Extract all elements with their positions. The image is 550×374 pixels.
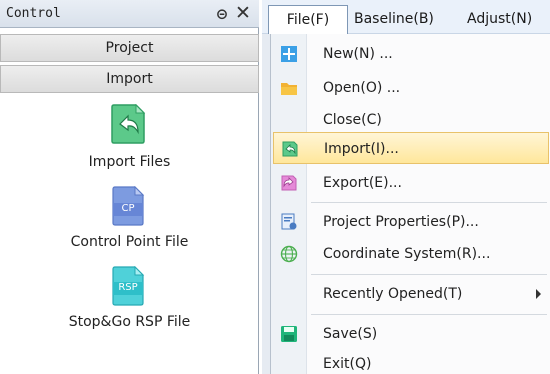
menu-item-coordinate-system[interactable]: Coordinate System(R)... (271, 238, 550, 270)
menu-separator (311, 274, 547, 275)
project-properties-icon (281, 213, 297, 230)
control-panel: Control ⊝ ✕ Project Import Import Files … (0, 0, 259, 374)
pin-icon[interactable]: ⊝ (214, 4, 230, 24)
new-file-icon (281, 46, 297, 62)
background-window-edge (262, 34, 270, 374)
menu-item-new-label: New(N) ... (323, 46, 393, 62)
menu-item-open[interactable]: Open(O) ... (271, 72, 550, 104)
control-panel-title: Control (6, 6, 61, 21)
menu-item-project-properties-label: Project Properties(P)... (323, 214, 479, 230)
rsp-file-icon-text: RSP (118, 282, 138, 293)
menu-item-save-label: Save(S) (323, 326, 378, 342)
menu-item-new[interactable]: New(N) ... (271, 38, 550, 70)
import-icon (282, 141, 298, 157)
menu-file[interactable]: File(F) (268, 5, 348, 35)
section-import[interactable]: Import (0, 65, 259, 93)
menu-item-recently-opened[interactable]: Recently Opened(T) (271, 278, 550, 310)
menu-adjust[interactable]: Adjust(N) (467, 5, 532, 33)
control-point-file-icon-text: CP (121, 203, 135, 214)
menu-item-coordinate-system-label: Coordinate System(R)... (323, 246, 491, 262)
folder-open-icon (281, 83, 297, 95)
section-project[interactable]: Project (0, 34, 259, 62)
close-icon[interactable]: ✕ (233, 3, 253, 23)
save-icon (281, 326, 297, 342)
export-icon (281, 175, 297, 191)
menu-item-exit[interactable]: Exit(Q) (271, 348, 550, 374)
submenu-arrow-icon (536, 289, 541, 299)
menu-item-open-label: Open(O) ... (323, 80, 401, 96)
menu-item-recently-opened-label: Recently Opened(T) (323, 286, 463, 302)
import-arrow-icon (111, 104, 146, 144)
menu-item-project-properties[interactable]: Project Properties(P)... (271, 206, 550, 238)
globe-icon (280, 245, 298, 263)
menu-item-import-label: Import(I)... (324, 141, 399, 157)
menu-separator (311, 314, 547, 315)
menu-item-exit-label: Exit(Q) (323, 356, 372, 372)
menu-item-import[interactable]: Import(I)... (273, 132, 549, 164)
import-files-label: Import Files (88, 154, 171, 170)
rsp-file-label: Stop&Go RSP File (68, 314, 191, 330)
menu-separator (311, 202, 547, 203)
menu-item-export[interactable]: Export(E)... (271, 167, 550, 199)
menu-baseline[interactable]: Baseline(B) (354, 5, 434, 33)
file-menu-dropdown: New(N) ... Open(O) ... Close(C) Import(I… (270, 34, 550, 374)
menu-item-save[interactable]: Save(S) (271, 318, 550, 350)
control-panel-header: Control ⊝ ✕ (0, 0, 259, 28)
control-point-file-label: Control Point File (70, 234, 189, 250)
menu-item-export-label: Export(E)... (323, 175, 402, 191)
